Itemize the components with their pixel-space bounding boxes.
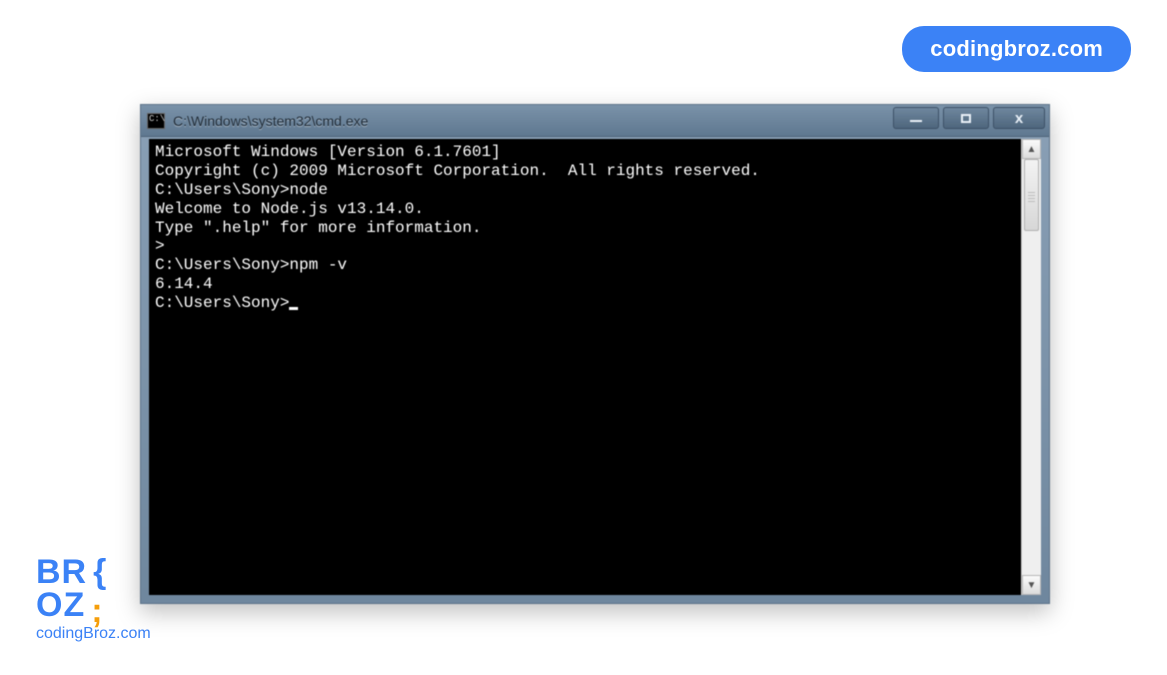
console-line: C:\Users\Sony>	[155, 294, 1015, 313]
scroll-down-button[interactable]: ▼	[1022, 575, 1041, 595]
maximize-button[interactable]	[943, 107, 989, 129]
console-line: Welcome to Node.js v13.14.0.	[155, 200, 1015, 219]
watermark-pill-text: codingbroz.com	[930, 36, 1103, 61]
watermark-logo-line1a: BR	[36, 556, 87, 588]
scroll-up-button[interactable]: ▲	[1022, 139, 1041, 159]
console-line: Type ".help" for more information.	[155, 219, 1015, 238]
window-controls: x	[893, 107, 1045, 129]
text-cursor	[289, 307, 298, 310]
cmd-app-icon	[147, 113, 165, 129]
semicolon-icon: ;	[91, 595, 103, 627]
watermark-logo: BR { OZ ; codingBroz.com	[36, 556, 151, 643]
client-area: Microsoft Windows [Version 6.1.7601]Copy…	[149, 139, 1041, 595]
console-output[interactable]: Microsoft Windows [Version 6.1.7601]Copy…	[149, 139, 1021, 595]
scrollbar-track[interactable]	[1022, 159, 1041, 575]
console-line: Copyright (c) 2009 Microsoft Corporation…	[155, 162, 1015, 181]
console-line: 6.14.4	[155, 275, 1015, 294]
minimize-button[interactable]	[893, 107, 939, 129]
scrollbar-thumb[interactable]	[1024, 159, 1039, 231]
watermark-logo-mark: BR { OZ ;	[36, 556, 151, 621]
chevron-up-icon: ▲	[1027, 144, 1037, 155]
watermark-pill: codingbroz.com	[902, 26, 1131, 72]
close-button[interactable]: x	[993, 107, 1045, 129]
maximize-icon	[961, 114, 971, 123]
console-line: >	[155, 237, 1015, 256]
watermark-logo-line2a: OZ	[36, 589, 85, 621]
chevron-down-icon: ▼	[1027, 580, 1037, 591]
console-line: C:\Users\Sony>npm -v	[155, 256, 1015, 275]
close-icon: x	[1015, 110, 1023, 127]
console-line: Microsoft Windows [Version 6.1.7601]	[155, 143, 1015, 162]
titlebar[interactable]: C:\Windows\system32\cmd.exe x	[141, 105, 1049, 137]
cmd-window: C:\Windows\system32\cmd.exe x Microsoft …	[140, 104, 1050, 604]
console-line: C:\Users\Sony>node	[155, 181, 1015, 200]
scrollbar-grip-icon	[1028, 192, 1035, 202]
window-title: C:\Windows\system32\cmd.exe	[173, 113, 368, 129]
open-brace-icon: {	[93, 556, 107, 588]
minimize-icon	[910, 120, 922, 122]
vertical-scrollbar[interactable]: ▲ ▼	[1021, 139, 1041, 595]
background-blur: C:\Windows\system32\cmd.exe x Microsoft …	[140, 104, 1050, 604]
